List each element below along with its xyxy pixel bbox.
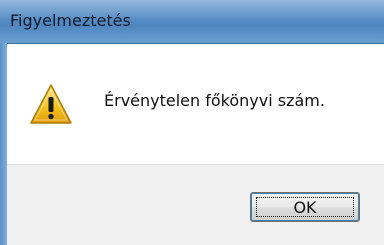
window-title: Figyelmeztetés: [10, 11, 131, 30]
warning-icon: [30, 84, 72, 124]
warning-dialog: Figyelmeztetés Érvénytelen főkönyvi szám…: [0, 0, 384, 245]
dialog-message: Érvénytelen főkönyvi szám.: [104, 91, 325, 110]
title-bar[interactable]: Figyelmeztetés: [0, 0, 384, 43]
ok-button-label: OK: [256, 197, 354, 217]
window-frame-left: [0, 43, 7, 245]
ok-button[interactable]: OK: [250, 192, 360, 222]
